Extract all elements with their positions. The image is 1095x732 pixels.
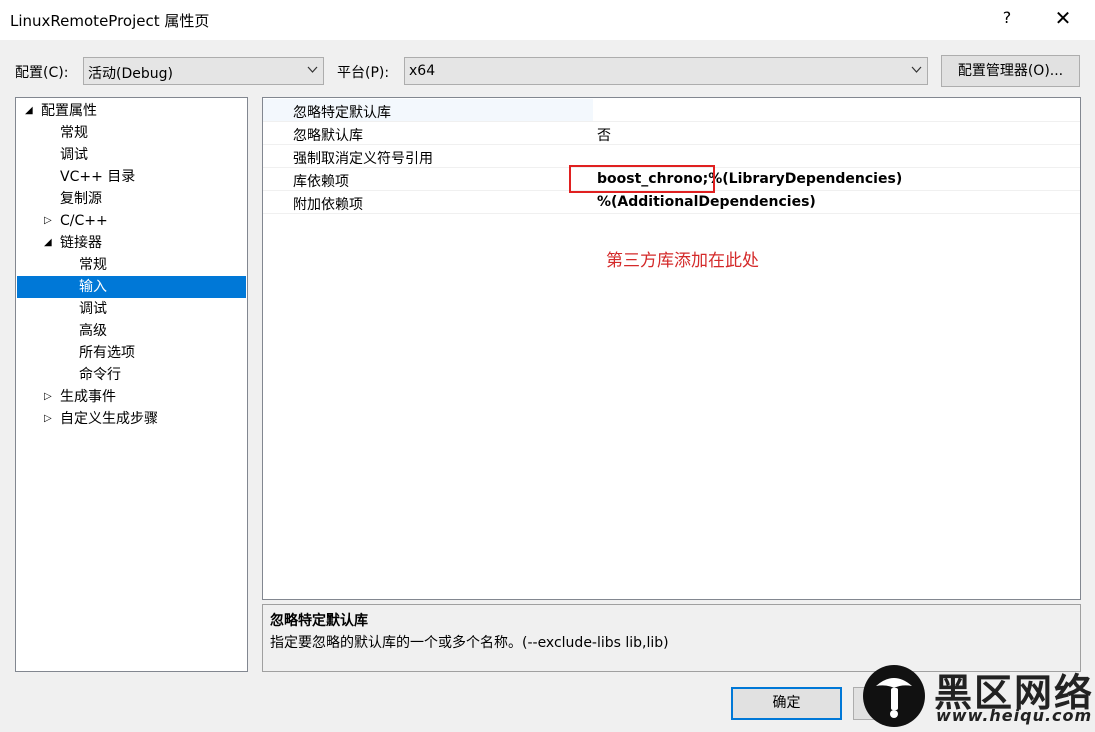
property-value[interactable]: %(AdditionalDependencies): [597, 194, 816, 210]
tree-item-label: 命令行: [79, 367, 121, 383]
property-row-additional-dependencies[interactable]: 附加依赖项 %(AdditionalDependencies): [263, 191, 1080, 214]
property-row-ignore-default-libs[interactable]: 忽略默认库 否: [263, 122, 1080, 145]
chevron-down-icon: [307, 66, 318, 73]
tree-item-label: 配置属性: [41, 103, 97, 119]
tree-item-label: 常规: [79, 257, 107, 273]
property-tree[interactable]: ◢ 配置属性 常规 调试 VC++ 目录 复制源 ▷ C/C++ ◢ 链接器 常…: [15, 97, 248, 672]
tree-item-label: 复制源: [60, 191, 102, 207]
property-name: 附加依赖项: [293, 197, 363, 213]
close-icon: ✕: [1054, 6, 1072, 30]
tree-item-custom-build-step[interactable]: ▷ 自定义生成步骤: [17, 408, 246, 430]
property-name: 库依赖项: [293, 174, 349, 190]
expand-icon[interactable]: ▷: [44, 408, 52, 430]
tree-item-copy-sources[interactable]: 复制源: [17, 188, 246, 210]
config-dropdown[interactable]: 活动(Debug): [83, 57, 324, 85]
tree-item-label: 自定义生成步骤: [60, 411, 158, 427]
tree-item-c-cpp[interactable]: ▷ C/C++: [17, 210, 246, 232]
tree-item-label: 高级: [79, 323, 107, 339]
tree-item-label: VC++ 目录: [60, 169, 136, 185]
property-name: 忽略特定默认库: [293, 105, 391, 121]
description-title: 忽略特定默认库: [270, 613, 368, 629]
config-value: 活动(Debug): [88, 66, 173, 82]
platform-label: 平台(P):: [337, 65, 390, 81]
chevron-down-icon: [911, 66, 922, 73]
tree-item-build-events[interactable]: ▷ 生成事件: [17, 386, 246, 408]
tree-item-linker[interactable]: ◢ 链接器: [17, 232, 246, 254]
tree-item-label: 链接器: [60, 235, 102, 251]
config-label: 配置(C):: [15, 65, 69, 81]
brand-logo-icon: [863, 665, 925, 727]
close-button[interactable]: ✕: [1050, 6, 1076, 32]
tree-item-label: C/C++: [60, 213, 108, 229]
expand-icon[interactable]: ▷: [44, 210, 52, 232]
tree-item-linker-input[interactable]: 输入: [17, 276, 246, 298]
tree-item-label: 调试: [60, 147, 88, 163]
collapse-icon[interactable]: ◢: [44, 232, 52, 254]
annotation-text: 第三方库添加在此处: [606, 251, 759, 271]
tree-item-vc-directories[interactable]: VC++ 目录: [17, 166, 246, 188]
watermark: 黑区网络 www.heiqu.com: [856, 660, 1095, 732]
expand-icon[interactable]: ▷: [44, 386, 52, 408]
property-name: 忽略默认库: [293, 128, 363, 144]
property-row-ignore-specific-default-libs[interactable]: 忽略特定默认库: [263, 99, 1080, 122]
tree-item-config-properties[interactable]: ◢ 配置属性: [17, 100, 246, 122]
platform-value: x64: [409, 63, 436, 79]
tree-item-linker-command-line[interactable]: 命令行: [17, 364, 246, 386]
help-button[interactable]: ?: [996, 8, 1018, 30]
tree-item-linker-debugging[interactable]: 调试: [17, 298, 246, 320]
tree-item-general[interactable]: 常规: [17, 122, 246, 144]
watermark-url: www.heiqu.com: [936, 706, 1093, 725]
expand-icon[interactable]: ◢: [25, 100, 33, 122]
description-text: 指定要忽略的默认库的一个或多个名称。(--exclude-libs lib,li…: [270, 635, 669, 651]
property-value[interactable]: 否: [597, 125, 611, 145]
ok-button[interactable]: 确定: [731, 687, 842, 720]
tree-item-label: 调试: [79, 301, 107, 317]
tree-item-linker-all-options[interactable]: 所有选项: [17, 342, 246, 364]
title-bar: LinuxRemoteProject 属性页 ? ✕: [0, 0, 1095, 40]
tree-item-linker-advanced[interactable]: 高级: [17, 320, 246, 342]
tree-item-debugging[interactable]: 调试: [17, 144, 246, 166]
tree-item-label: 常规: [60, 125, 88, 141]
tree-item-label: 生成事件: [60, 389, 116, 405]
annotation-highlight-box: [569, 165, 715, 193]
config-manager-button[interactable]: 配置管理器(O)...: [941, 55, 1080, 87]
tree-item-label: 所有选项: [79, 345, 135, 361]
tree-item-linker-general[interactable]: 常规: [17, 254, 246, 276]
platform-dropdown[interactable]: x64: [404, 57, 928, 85]
tree-item-label: 输入: [79, 279, 107, 295]
window-title: LinuxRemoteProject 属性页: [10, 12, 210, 30]
property-name: 强制取消定义符号引用: [293, 151, 433, 167]
